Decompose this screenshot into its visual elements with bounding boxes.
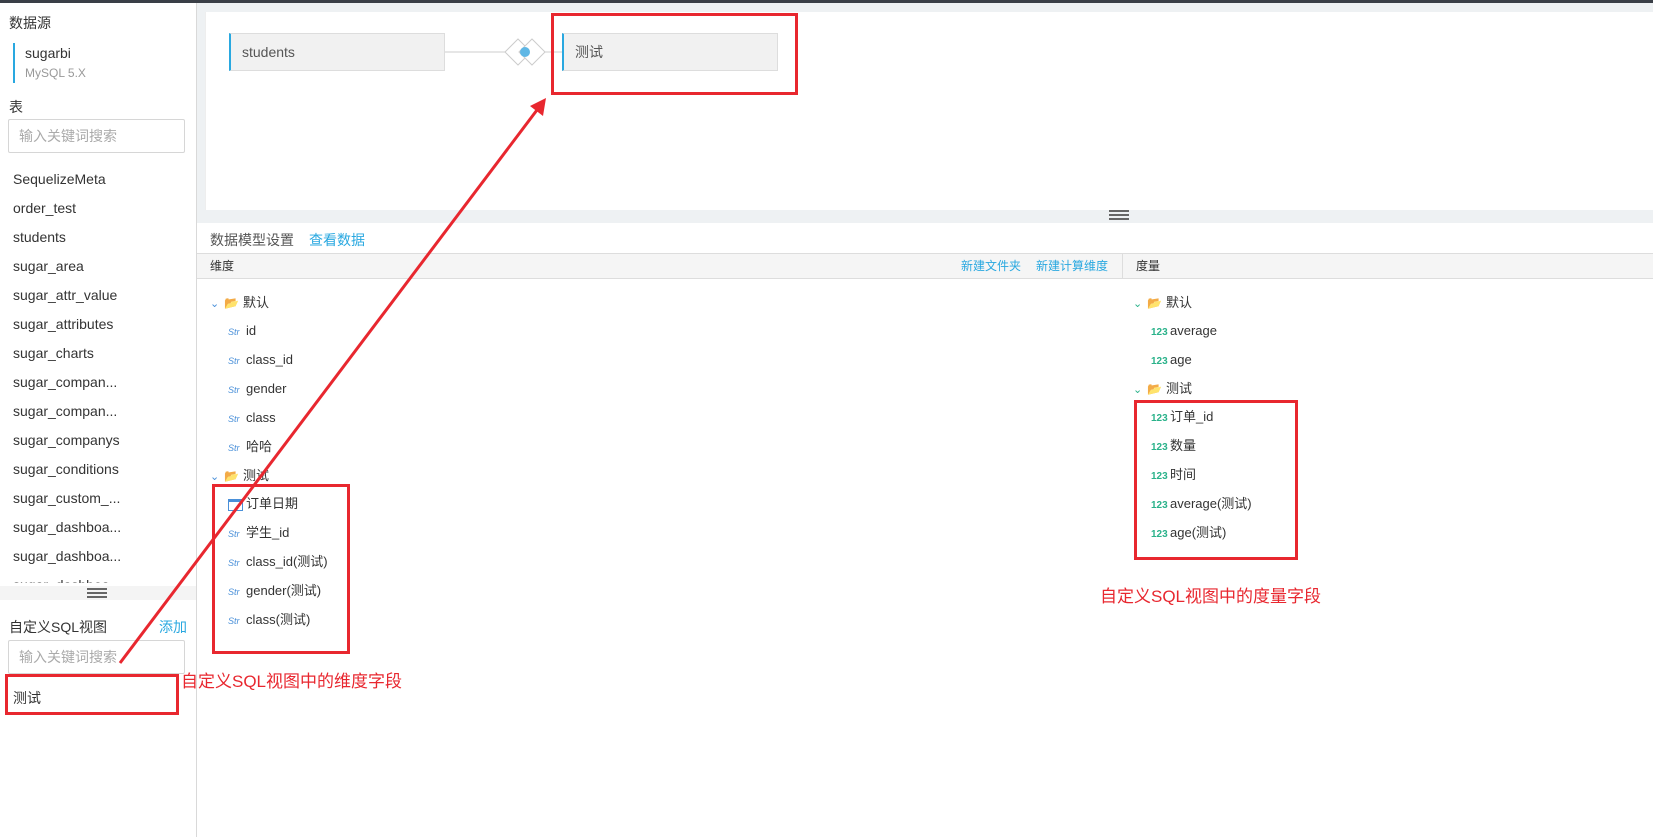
tables-title: 表 (9, 99, 23, 115)
table-search-input[interactable] (8, 119, 185, 153)
table-item[interactable]: sugar_custom_... (0, 484, 196, 513)
measure-field[interactable]: 123 age (1151, 350, 1192, 370)
table-item[interactable]: sugar_dashboa... (0, 542, 196, 571)
field-name: class (246, 410, 276, 425)
custom-sql-title: 自定义SQL视图 (9, 619, 108, 635)
number-type-icon: 123 (1151, 356, 1168, 367)
dim-folder-default[interactable]: ⌄ 📂 默认 (210, 293, 269, 313)
table-item[interactable]: sugar_compan... (0, 368, 196, 397)
table-item[interactable]: sugar_area (0, 252, 196, 281)
folder-label: 默认 (1165, 295, 1192, 310)
dimensions-header: 维度 新建文件夹 新建计算维度 (197, 253, 1122, 279)
table-item[interactable]: order_test (0, 194, 196, 223)
canvas-splitter[interactable] (1109, 210, 1129, 220)
custom-sql-header: 自定义SQL视图 添加 (9, 617, 187, 637)
field-name: average (1170, 323, 1217, 338)
string-type-icon: Str (228, 414, 240, 424)
model-canvas[interactable]: students 测试 (205, 12, 1653, 210)
datasource-item[interactable]: sugarbi MySQL 5.X (13, 43, 183, 83)
drag-handle-icon[interactable] (87, 588, 107, 598)
folder-open-icon: 📂 (1147, 296, 1162, 310)
table-item[interactable]: sugar_attr_value (0, 281, 196, 310)
table-item[interactable]: SequelizeMeta (0, 165, 196, 194)
folder-label: 默认 (242, 295, 269, 310)
measures-header: 度量 (1122, 253, 1653, 279)
annotation-box-measures (1134, 400, 1298, 560)
dim-field[interactable]: Str class (228, 408, 276, 428)
string-type-icon: Str (228, 385, 240, 395)
annotation-box-dimensions (212, 484, 350, 654)
string-type-icon: Str (228, 443, 240, 453)
field-name: id (246, 323, 257, 338)
folder-label: 测试 (1165, 381, 1192, 396)
datasource-version: MySQL 5.X (25, 66, 86, 80)
new-calc-dimension-link[interactable]: 新建计算维度 (1036, 254, 1108, 278)
table-item[interactable]: sugar_companys (0, 426, 196, 455)
new-folder-link[interactable]: 新建文件夹 (961, 254, 1021, 278)
annotation-box-canvas-node (551, 13, 798, 95)
table-item[interactable]: students (0, 223, 196, 252)
canvas-node-students[interactable]: students (229, 33, 445, 71)
table-item[interactable]: sugar_dashboa... (0, 571, 196, 583)
dim-field[interactable]: Str class_id (228, 350, 293, 370)
field-name: gender (246, 381, 287, 396)
dimensions-title: 维度 (210, 259, 235, 273)
field-name: class_id (246, 352, 293, 367)
sidebar-splitter[interactable] (0, 586, 196, 600)
custom-sql-search-input[interactable] (8, 640, 185, 674)
annotation-box-custom-sql (5, 674, 179, 715)
table-list: SequelizeMeta order_test students sugar_… (0, 165, 196, 583)
field-name: 哈哈 (246, 439, 273, 454)
table-item[interactable]: sugar_charts (0, 339, 196, 368)
table-item[interactable]: sugar_conditions (0, 455, 196, 484)
chevron-down-icon[interactable]: ⌄ (1133, 380, 1143, 400)
dim-field[interactable]: Str 哈哈 (228, 437, 272, 457)
measure-folder-custom[interactable]: ⌄ 📂 测试 (1133, 379, 1192, 399)
folder-open-icon: 📂 (224, 296, 239, 310)
datasource-title: 数据源 (9, 15, 51, 31)
chevron-down-icon[interactable]: ⌄ (210, 294, 220, 314)
folder-label: 测试 (242, 468, 269, 483)
add-custom-sql-link[interactable]: 添加 (159, 617, 187, 637)
measure-field[interactable]: 123 average (1151, 321, 1217, 341)
table-item[interactable]: sugar_dashboa... (0, 513, 196, 542)
string-type-icon: Str (228, 327, 240, 337)
drag-handle-icon[interactable] (1109, 210, 1129, 220)
datasource-name: sugarbi (25, 45, 71, 61)
dim-folder-custom[interactable]: ⌄ 📂 测试 (210, 466, 269, 486)
table-item[interactable]: sugar_compan... (0, 397, 196, 426)
measure-folder-default[interactable]: ⌄ 📂 默认 (1133, 293, 1192, 313)
tab-view-data[interactable]: 查看数据 (309, 230, 365, 250)
tab-bar: 数据模型设置 查看数据 (197, 223, 1653, 253)
string-type-icon: Str (228, 356, 240, 366)
dim-field[interactable]: Str id (228, 321, 256, 341)
measure-annotation-text: 自定义SQL视图中的度量字段 (1100, 587, 1322, 606)
folder-open-icon: 📂 (1147, 382, 1162, 396)
folder-open-icon: 📂 (224, 469, 239, 483)
measures-title: 度量 (1136, 259, 1161, 273)
table-item[interactable]: sugar_attributes (0, 310, 196, 339)
dimension-annotation-text: 自定义SQL视图中的维度字段 (181, 672, 403, 691)
tab-model-settings[interactable]: 数据模型设置 (210, 230, 294, 250)
chevron-down-icon[interactable]: ⌄ (1133, 294, 1143, 314)
number-type-icon: 123 (1151, 327, 1168, 338)
field-name: age (1170, 352, 1192, 367)
dim-field[interactable]: Str gender (228, 379, 286, 399)
